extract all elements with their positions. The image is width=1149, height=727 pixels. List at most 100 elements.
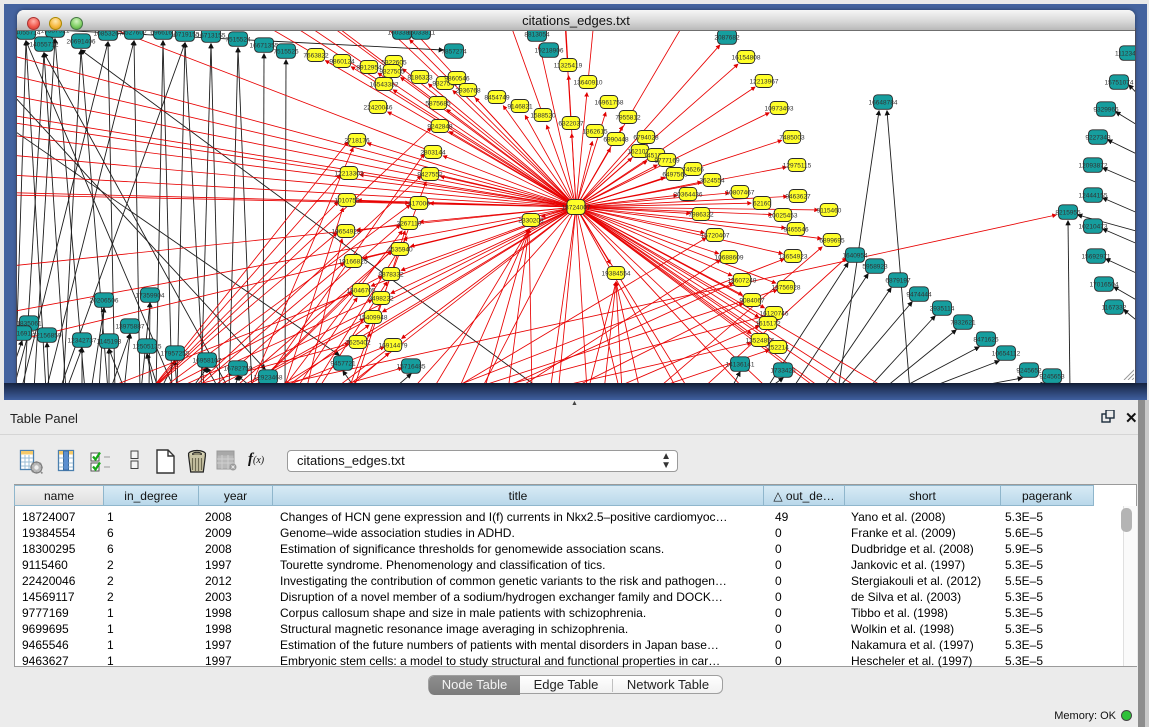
svg-text:10654112: 10654112 bbox=[992, 351, 1021, 358]
svg-text:9227343: 9227343 bbox=[1085, 135, 1111, 142]
svg-text:12923468: 12923468 bbox=[254, 375, 283, 382]
svg-text:4535940: 4535940 bbox=[387, 247, 413, 254]
svg-text:13654923: 13654923 bbox=[779, 254, 808, 261]
svg-text:9115460: 9115460 bbox=[817, 208, 842, 215]
svg-text:10807467: 10807467 bbox=[726, 190, 755, 197]
svg-text:22420046: 22420046 bbox=[364, 105, 393, 112]
svg-text:11123456: 11123456 bbox=[1115, 51, 1135, 58]
svg-text:2087682: 2087682 bbox=[714, 35, 740, 42]
svg-text:10719155: 10719155 bbox=[171, 32, 200, 39]
svg-text:2718176: 2718176 bbox=[344, 138, 370, 145]
svg-text:16914479: 16914479 bbox=[379, 343, 408, 350]
svg-text:12505135: 12505135 bbox=[133, 344, 162, 351]
svg-text:2936768: 2936768 bbox=[455, 88, 481, 95]
svg-text:6990448: 6990448 bbox=[603, 137, 629, 144]
svg-text:8215955: 8215955 bbox=[1055, 210, 1081, 217]
svg-text:6899695: 6899695 bbox=[819, 238, 845, 245]
svg-text:15692971: 15692971 bbox=[1082, 254, 1111, 261]
svg-text:19654923: 19654923 bbox=[332, 229, 361, 236]
svg-text:7857274: 7857274 bbox=[441, 49, 467, 56]
svg-text:1010755: 1010755 bbox=[334, 198, 360, 205]
svg-text:2803144: 2803144 bbox=[420, 150, 446, 157]
svg-text:10025453: 10025453 bbox=[769, 213, 798, 220]
svg-text:16543382: 16543382 bbox=[370, 82, 399, 89]
svg-text:13975887: 13975887 bbox=[116, 324, 145, 331]
svg-text:8454749: 8454749 bbox=[484, 95, 510, 102]
svg-text:746266: 746266 bbox=[682, 167, 704, 174]
svg-text:12444155: 12444155 bbox=[1079, 193, 1108, 200]
svg-text:10210473: 10210473 bbox=[1079, 224, 1108, 231]
svg-text:12156859: 12156859 bbox=[33, 333, 62, 340]
svg-text:1362615: 1362615 bbox=[582, 129, 608, 136]
svg-text:10688609: 10688609 bbox=[715, 255, 744, 262]
svg-text:20364436: 20364436 bbox=[674, 192, 703, 199]
svg-text:13640910: 13640910 bbox=[574, 80, 603, 87]
svg-text:12342737: 12342737 bbox=[68, 338, 97, 345]
svg-text:14055714: 14055714 bbox=[17, 31, 41, 37]
svg-text:16961758: 16961758 bbox=[595, 100, 624, 107]
svg-text:9245653: 9245653 bbox=[1039, 374, 1065, 381]
svg-text:3498222: 3498222 bbox=[368, 296, 394, 303]
svg-text:9860546: 9860546 bbox=[444, 76, 470, 83]
svg-text:9327505: 9327505 bbox=[379, 69, 405, 76]
svg-text:9777169: 9777169 bbox=[654, 158, 680, 165]
svg-text:2935114: 2935114 bbox=[930, 306, 955, 313]
svg-text:18756928: 18756928 bbox=[772, 285, 801, 292]
svg-text:7986322: 7986322 bbox=[688, 212, 714, 219]
svg-text:17016504: 17016504 bbox=[1090, 282, 1119, 289]
svg-text:6879197: 6879197 bbox=[885, 278, 911, 285]
svg-text:15409948: 15409948 bbox=[359, 315, 388, 322]
svg-text:9457721: 9457721 bbox=[330, 361, 356, 368]
svg-text:9465546: 9465546 bbox=[783, 227, 809, 234]
svg-text:1615172: 1615172 bbox=[755, 321, 781, 328]
svg-text:417006: 417006 bbox=[408, 201, 430, 208]
svg-text:1588520: 1588520 bbox=[530, 113, 556, 120]
svg-text:18724007: 18724007 bbox=[562, 205, 591, 212]
svg-text:15751074: 15751074 bbox=[1105, 80, 1134, 87]
svg-text:12213303: 12213303 bbox=[335, 171, 364, 178]
svg-text:8471626: 8471626 bbox=[973, 337, 999, 344]
svg-text:16713155: 16713155 bbox=[197, 33, 226, 40]
svg-text:3267110: 3267110 bbox=[397, 221, 422, 228]
svg-text:19218906: 19218906 bbox=[535, 48, 564, 55]
svg-text:2330203: 2330203 bbox=[518, 218, 544, 225]
svg-text:19166825: 19166825 bbox=[339, 259, 368, 266]
svg-text:16782759: 16782759 bbox=[224, 366, 253, 373]
svg-text:8912954: 8912954 bbox=[356, 65, 382, 72]
svg-text:9245652: 9245652 bbox=[1016, 368, 1042, 375]
svg-text:1733426: 1733426 bbox=[770, 368, 796, 375]
svg-text:5958923: 5958923 bbox=[862, 264, 888, 271]
svg-text:16033811: 16033811 bbox=[407, 31, 436, 37]
svg-text:9242848: 9242848 bbox=[427, 124, 453, 131]
svg-text:6794028: 6794028 bbox=[633, 135, 659, 142]
svg-text:20206506: 20206506 bbox=[90, 298, 119, 305]
svg-text:15720407: 15720407 bbox=[701, 233, 730, 240]
svg-text:18607249: 18607249 bbox=[728, 278, 757, 285]
svg-text:12975115: 12975115 bbox=[783, 163, 812, 170]
svg-text:15046705: 15046705 bbox=[347, 288, 376, 295]
svg-text:7515524: 7515524 bbox=[225, 37, 251, 44]
svg-text:1167332: 1167332 bbox=[1102, 305, 1127, 312]
svg-text:17957255: 17957255 bbox=[161, 351, 190, 358]
svg-text:1640954: 1640954 bbox=[842, 253, 868, 260]
svg-text:19387921: 19387921 bbox=[41, 31, 70, 35]
svg-text:9860124: 9860124 bbox=[329, 59, 355, 66]
svg-text:11325419: 11325419 bbox=[554, 63, 583, 70]
svg-text:7955812: 7955812 bbox=[615, 115, 641, 122]
svg-text:9329966: 9329966 bbox=[1093, 107, 1119, 114]
svg-text:8878332: 8878332 bbox=[378, 272, 404, 279]
svg-text:9463627: 9463627 bbox=[785, 194, 811, 201]
svg-text:7625402: 7625402 bbox=[345, 340, 371, 347]
svg-text:252214: 252214 bbox=[767, 345, 789, 352]
svg-text:16648784: 16648784 bbox=[869, 100, 898, 107]
svg-text:17359904: 17359904 bbox=[136, 293, 165, 300]
svg-text:8813054: 8813054 bbox=[524, 32, 550, 39]
svg-text:14136141: 14136141 bbox=[726, 362, 755, 369]
svg-text:16154808: 16154808 bbox=[732, 55, 761, 62]
svg-text:6322037: 6322037 bbox=[558, 121, 584, 128]
svg-text:1527602: 1527602 bbox=[121, 31, 147, 37]
svg-text:10973493: 10973493 bbox=[765, 106, 794, 113]
svg-text:9427552: 9427552 bbox=[417, 172, 443, 179]
svg-text:12093872: 12093872 bbox=[1079, 163, 1108, 170]
svg-text:10853267: 10853267 bbox=[94, 31, 123, 38]
